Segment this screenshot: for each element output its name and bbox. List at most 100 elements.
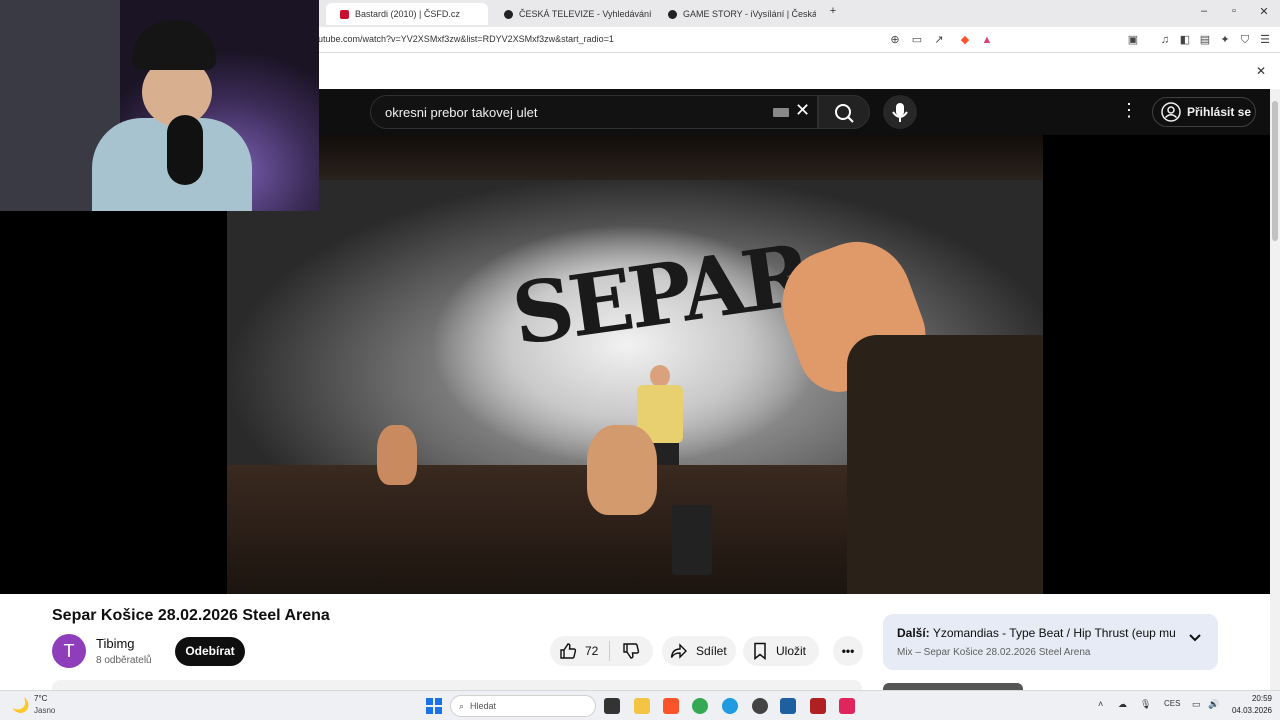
- keyboard-icon[interactable]: [773, 108, 789, 117]
- taskbar-search-placeholder: Hledat: [470, 701, 497, 711]
- save-button[interactable]: Uložit: [743, 636, 819, 666]
- sleeve: [847, 335, 1043, 594]
- cast-icon[interactable]: ▭: [910, 33, 924, 47]
- menu-icon[interactable]: ☰: [1258, 33, 1272, 47]
- vpn-icon[interactable]: ⛉: [1238, 33, 1252, 47]
- raised-hand: [587, 425, 657, 515]
- zoom-icon[interactable]: ⊕: [888, 33, 902, 47]
- moon-weather-icon[interactable]: 🌙: [12, 697, 29, 714]
- video-dark-top: [227, 135, 1043, 180]
- tab-ceska-televize-search[interactable]: ČESKÁ TELEVIZE - Vyhledávání: [490, 3, 652, 25]
- sign-in-button[interactable]: Přihlásit se: [1152, 97, 1256, 127]
- network-icon[interactable]: ▭: [1192, 699, 1201, 710]
- chrome-icon[interactable]: [692, 698, 708, 714]
- url-field[interactable]: utube.com/watch?v=YV2XSMxf3zw&list=RDYV2…: [318, 34, 614, 44]
- tray-overflow-icon[interactable]: ˄: [1098, 699, 1103, 709]
- mic-tray-icon[interactable]: 🎙: [1140, 699, 1151, 710]
- dislike-button[interactable]: [610, 642, 652, 660]
- tab-search-icon[interactable]: ▣: [1126, 33, 1140, 47]
- up-next-prefix: Další:: [897, 626, 930, 640]
- media-icon[interactable]: ♫: [1158, 33, 1172, 47]
- maximize-icon[interactable]: ▫: [1226, 5, 1242, 17]
- new-tab-button[interactable]: +: [825, 5, 841, 17]
- taskbar-search[interactable]: ⌕ Hledat: [450, 695, 596, 717]
- volume-icon[interactable]: 🔊: [1208, 699, 1219, 710]
- close-window-icon[interactable]: ✕: [1256, 5, 1272, 18]
- microphone: [167, 115, 203, 185]
- share-label: Sdílet: [696, 644, 727, 658]
- brave-shields-icon[interactable]: ◆: [958, 33, 972, 47]
- sidebar-icon[interactable]: ◧: [1178, 33, 1192, 47]
- thumbs-up-icon: [560, 643, 577, 659]
- account-icon: [1161, 102, 1181, 122]
- more-options-icon[interactable]: ⋮: [1120, 100, 1138, 121]
- webcam-overlay: [0, 0, 319, 211]
- minimize-icon[interactable]: –: [1196, 5, 1212, 17]
- weather-description: Jasno: [34, 706, 56, 715]
- app-icon[interactable]: [780, 698, 796, 714]
- ct-favicon-icon: [668, 9, 677, 19]
- raised-hand: [377, 425, 417, 485]
- share-button[interactable]: Sdílet: [662, 636, 736, 666]
- start-button[interactable]: [426, 698, 442, 714]
- brave-browser-icon[interactable]: [663, 698, 679, 714]
- scrollbar-thumb[interactable]: [1272, 101, 1278, 241]
- video-info: Separ Košice 28.02.2026 Steel Arena T Ti…: [0, 594, 1270, 690]
- task-view-icon[interactable]: [604, 698, 620, 714]
- search-icon: ⌕: [459, 700, 465, 711]
- thumbs-down-icon: [623, 643, 640, 659]
- graffiti-logo: SEPAR: [506, 224, 815, 365]
- leo-ai-icon[interactable]: ✦: [1218, 33, 1232, 47]
- share-arrow-icon: [670, 643, 687, 659]
- weather-temperature: 7°C: [34, 694, 48, 703]
- up-next-mix-label: Mix – Separ Košice 28.02.2026 Steel Aren…: [897, 647, 1091, 658]
- tab-label: GAME STORY - iVysílání | Česká telev: [683, 9, 816, 19]
- up-next-title-row: Další: Yzomandias - Type Beat / Hip Thru…: [897, 626, 1177, 640]
- subscriber-count: 8 odběratelů: [96, 655, 152, 666]
- brave-rewards-icon[interactable]: ▲: [980, 33, 994, 47]
- tab-label: ČESKÁ TELEVIZE - Vyhledávání: [519, 9, 652, 19]
- csfd-favicon-icon: [340, 9, 349, 19]
- wallet-icon[interactable]: ▤: [1198, 33, 1212, 47]
- clock-date[interactable]: 04.03.2026: [1228, 706, 1272, 715]
- clock-time[interactable]: 20:59: [1238, 694, 1272, 703]
- subscribe-button[interactable]: Odebírat: [175, 637, 245, 666]
- edge-icon[interactable]: [722, 698, 738, 714]
- search-input[interactable]: okresni prebor takovej ulet ✕: [370, 95, 818, 129]
- tab-label: Bastardi (2010) | ČSFD.cz: [355, 9, 460, 19]
- tiktok-icon[interactable]: [839, 698, 855, 714]
- file-explorer-icon[interactable]: [634, 698, 650, 714]
- like-count: 72: [585, 644, 599, 658]
- description-box[interactable]: [52, 680, 862, 690]
- language-indicator[interactable]: CES: [1164, 699, 1180, 708]
- like-button[interactable]: 72: [550, 641, 610, 661]
- search-button[interactable]: [818, 95, 870, 129]
- like-dislike-group: 72: [550, 636, 653, 666]
- close-icon[interactable]: ✕: [1256, 64, 1266, 78]
- voice-search-button[interactable]: [883, 95, 917, 129]
- chevron-down-icon[interactable]: [1187, 630, 1203, 646]
- related-video-thumbnail[interactable]: [883, 683, 1023, 690]
- channel-avatar[interactable]: T: [52, 634, 86, 668]
- share-icon[interactable]: ↗: [932, 33, 946, 47]
- more-actions-button[interactable]: •••: [833, 636, 863, 666]
- search-query: okresni prebor takovej ulet: [385, 105, 538, 120]
- page-scrollbar[interactable]: [1270, 89, 1280, 690]
- clear-search-icon[interactable]: ✕: [795, 100, 810, 121]
- tab-csfd[interactable]: Bastardi (2010) | ČSFD.cz: [326, 3, 488, 25]
- sign-in-label: Přihlásit se: [1187, 105, 1252, 119]
- obs-icon[interactable]: [752, 698, 768, 714]
- search-icon: [835, 104, 854, 123]
- windows-taskbar: 🌙 7°C Jasno ⌕ Hledat ˄ ☁ 🎙 CES ▭ 🔊 20:59…: [0, 690, 1280, 720]
- video-frame[interactable]: SEPAR: [227, 135, 1043, 594]
- onedrive-icon[interactable]: ☁: [1118, 699, 1127, 710]
- up-next-title: Yzomandias - Type Beat / Hip Thrust (eup…: [932, 626, 1177, 640]
- video-title: Separ Košice 28.02.2026 Steel Arena: [52, 607, 330, 624]
- channel-name[interactable]: Tibimg: [96, 636, 135, 651]
- tab-game-story[interactable]: GAME STORY - iVysílání | Česká telev: [654, 3, 816, 25]
- ct-favicon-icon: [504, 9, 513, 19]
- bookmark-icon: [754, 642, 766, 660]
- video-editor-icon[interactable]: [810, 698, 826, 714]
- up-next-card[interactable]: Další: Yzomandias - Type Beat / Hip Thru…: [883, 614, 1218, 670]
- microphone-icon: [892, 103, 908, 122]
